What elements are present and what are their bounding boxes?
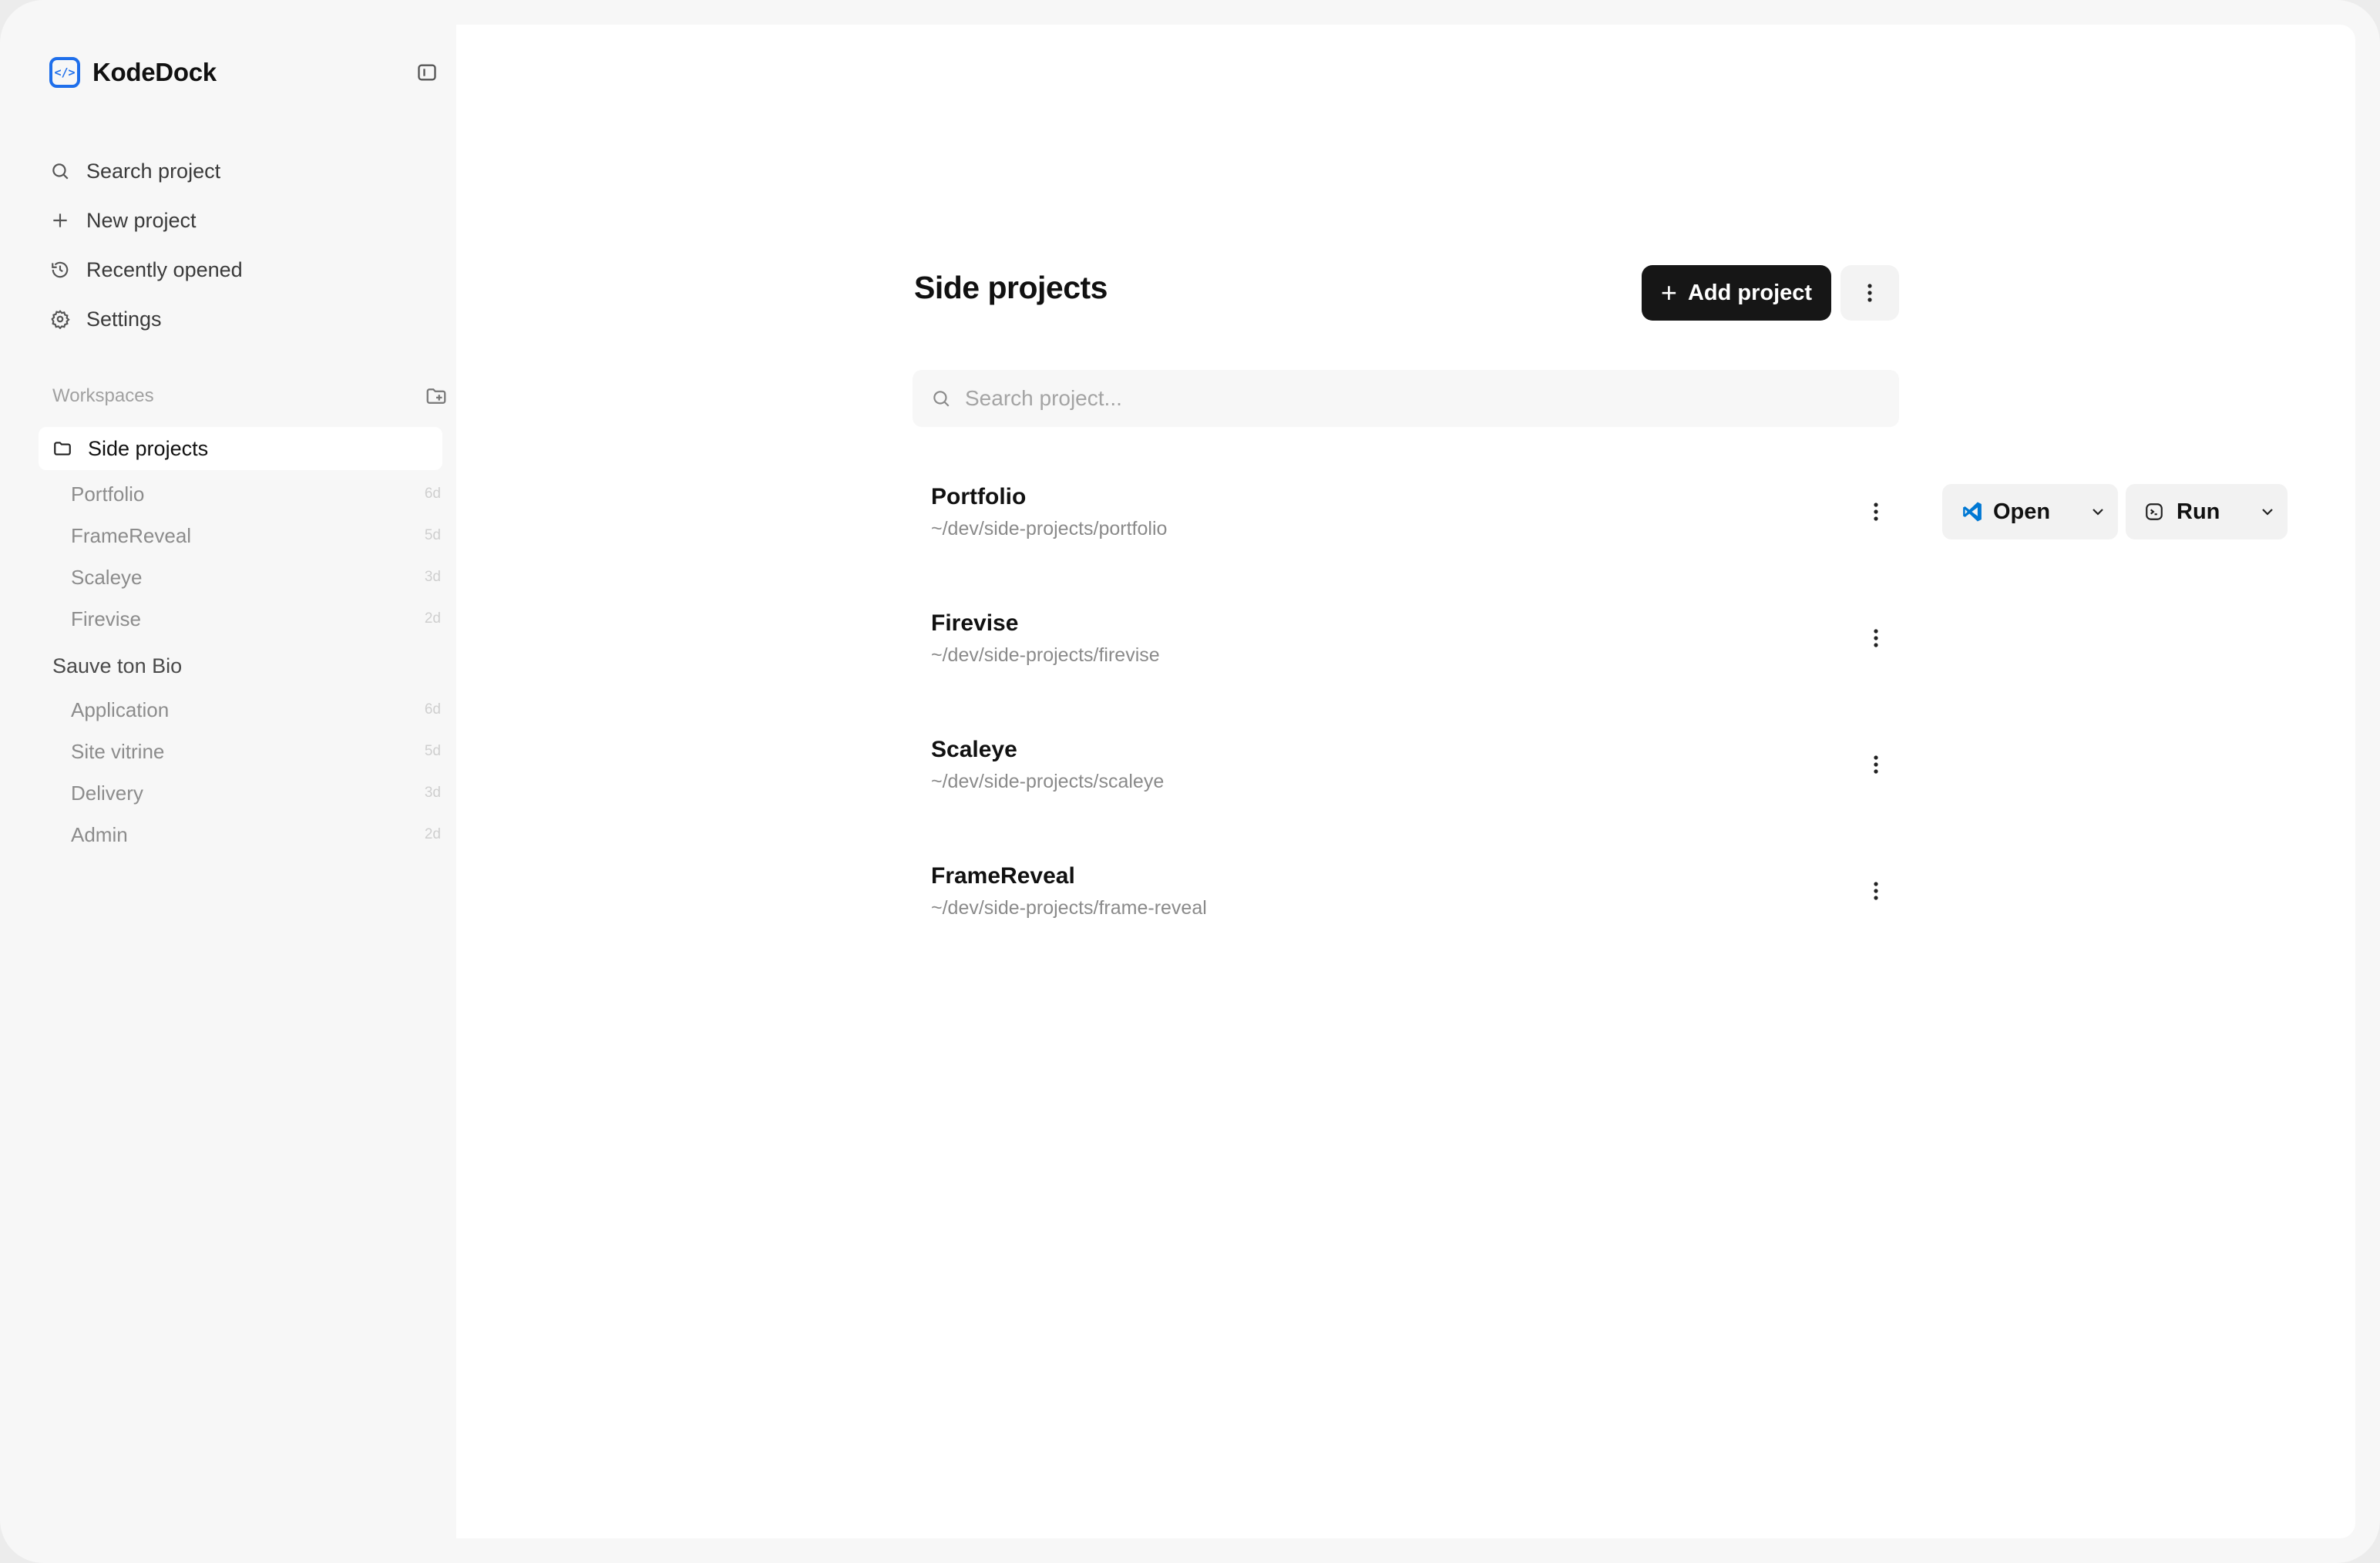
list-item[interactable]: Site vitrine 5d bbox=[71, 731, 456, 772]
project-name: Scaleye bbox=[71, 565, 143, 589]
project-row[interactable]: Firevise ~/dev/side-projects/firevise bbox=[913, 593, 1899, 720]
nav-label: Recently opened bbox=[86, 257, 243, 281]
project-age: 6d bbox=[424, 701, 441, 718]
list-item[interactable]: Admin 2d bbox=[71, 814, 456, 855]
history-icon bbox=[49, 259, 71, 281]
search-icon bbox=[49, 160, 71, 182]
search-input[interactable] bbox=[965, 386, 1813, 411]
project-name: Site vitrine bbox=[71, 739, 165, 763]
run-label: Run bbox=[2177, 499, 2220, 524]
project-age: 3d bbox=[424, 785, 441, 801]
nav-new-project[interactable]: New project bbox=[49, 196, 450, 245]
workspace-name: Side projects bbox=[88, 436, 209, 460]
app-window: </> KodeDock Search project New project … bbox=[0, 0, 2380, 1563]
list-item[interactable]: Delivery 3d bbox=[71, 772, 456, 814]
project-age: 5d bbox=[424, 743, 441, 759]
project-name: Delivery bbox=[71, 781, 143, 805]
plus-icon bbox=[49, 210, 71, 231]
list-item[interactable]: Firevise 2d bbox=[71, 598, 456, 640]
chevron-down-icon[interactable] bbox=[2247, 484, 2288, 539]
more-vertical-icon[interactable] bbox=[1862, 621, 1890, 655]
project-path: ~/dev/side-projects/portfolio bbox=[931, 518, 1168, 539]
add-folder-icon[interactable] bbox=[422, 382, 450, 410]
more-vertical-icon[interactable] bbox=[1862, 748, 1890, 782]
project-row[interactable]: FrameReveal ~/dev/side-projects/frame-re… bbox=[913, 846, 1899, 973]
project-row[interactable]: Scaleye ~/dev/side-projects/scaleye bbox=[913, 720, 1899, 846]
workspace-project-list: Application 6d Site vitrine 5d Delivery 3d … bbox=[71, 689, 456, 855]
project-path: ~/dev/side-projects/frame-reveal bbox=[931, 897, 1207, 919]
nav-label: Search project bbox=[86, 159, 221, 183]
project-row[interactable]: Portfolio ~/dev/side-projects/portfolio … bbox=[913, 467, 2288, 593]
more-vertical-icon bbox=[1867, 284, 1872, 302]
add-project-button[interactable]: + Add project bbox=[1642, 265, 1831, 321]
search-icon bbox=[931, 388, 953, 409]
list-item[interactable]: Portfolio 6d bbox=[71, 473, 456, 515]
workspace-side-projects[interactable]: Side projects bbox=[39, 427, 442, 470]
project-path: ~/dev/side-projects/firevise bbox=[931, 644, 1160, 666]
nav-recently-opened[interactable]: Recently opened bbox=[49, 245, 450, 294]
vscode-icon bbox=[1961, 500, 1984, 523]
nav-label: Settings bbox=[86, 307, 162, 331]
sidebar-nav: Search project New project Recently open… bbox=[49, 146, 450, 344]
project-age: 6d bbox=[424, 486, 441, 502]
nav-settings[interactable]: Settings bbox=[49, 294, 450, 344]
project-age: 2d bbox=[424, 826, 441, 842]
folder-icon bbox=[52, 438, 74, 459]
project-name: Firevise bbox=[931, 610, 1019, 636]
more-vertical-icon[interactable] bbox=[1862, 495, 1890, 529]
project-name: Admin bbox=[71, 822, 128, 846]
list-item[interactable]: Application 6d bbox=[71, 689, 456, 731]
sidebar-toggle-icon[interactable] bbox=[410, 55, 444, 89]
project-age: 5d bbox=[424, 527, 441, 543]
main-panel: Side projects + Add project Portfolio ~/… bbox=[456, 25, 2355, 1538]
chevron-down-icon[interactable] bbox=[2078, 484, 2118, 539]
workspace-project-list: Portfolio 6d FrameReveal 5d Scaleye 3d Fire… bbox=[71, 473, 456, 640]
terminal-icon bbox=[2144, 500, 2167, 523]
open-label: Open bbox=[1993, 499, 2051, 524]
project-name: FrameReveal bbox=[71, 523, 192, 547]
project-age: 2d bbox=[424, 610, 441, 627]
project-list: Portfolio ~/dev/side-projects/portfolio … bbox=[913, 467, 2288, 973]
project-name: FrameReveal bbox=[931, 863, 1075, 889]
workspaces-label: Workspaces bbox=[52, 385, 154, 406]
more-options-button[interactable] bbox=[1840, 265, 1899, 321]
project-name: Scaleye bbox=[931, 737, 1017, 762]
gear-icon bbox=[49, 308, 71, 330]
project-name: Portfolio bbox=[71, 482, 145, 506]
project-path: ~/dev/side-projects/scaleye bbox=[931, 771, 1165, 792]
sidebar: </> KodeDock Search project New project … bbox=[25, 25, 456, 1538]
project-name: Portfolio bbox=[931, 484, 1027, 509]
list-item[interactable]: FrameReveal 5d bbox=[71, 515, 456, 556]
workspaces-header: Workspaces bbox=[52, 384, 453, 408]
add-project-label: Add project bbox=[1687, 280, 1813, 305]
code-logo-icon: </> bbox=[49, 57, 80, 88]
project-name: Firevise bbox=[71, 607, 142, 630]
plus-icon: + bbox=[1660, 277, 1677, 308]
brand: </> KodeDock bbox=[49, 51, 217, 94]
project-name: Application bbox=[71, 697, 170, 721]
open-button[interactable]: Open bbox=[1942, 484, 2078, 539]
project-search bbox=[913, 370, 1899, 427]
app-name: KodeDock bbox=[92, 58, 217, 86]
open-split-button: Open bbox=[1942, 484, 2118, 539]
run-split-button: Run bbox=[2126, 484, 2288, 539]
workspace-sauve-ton-bio[interactable]: Sauve ton Bio bbox=[52, 650, 182, 681]
run-button[interactable]: Run bbox=[2126, 484, 2247, 539]
list-item[interactable]: Scaleye 3d bbox=[71, 556, 456, 598]
more-vertical-icon[interactable] bbox=[1862, 874, 1890, 908]
nav-search-project[interactable]: Search project bbox=[49, 146, 450, 196]
project-age: 3d bbox=[424, 569, 441, 585]
nav-label: New project bbox=[86, 208, 197, 232]
page-title: Side projects bbox=[914, 270, 1108, 305]
